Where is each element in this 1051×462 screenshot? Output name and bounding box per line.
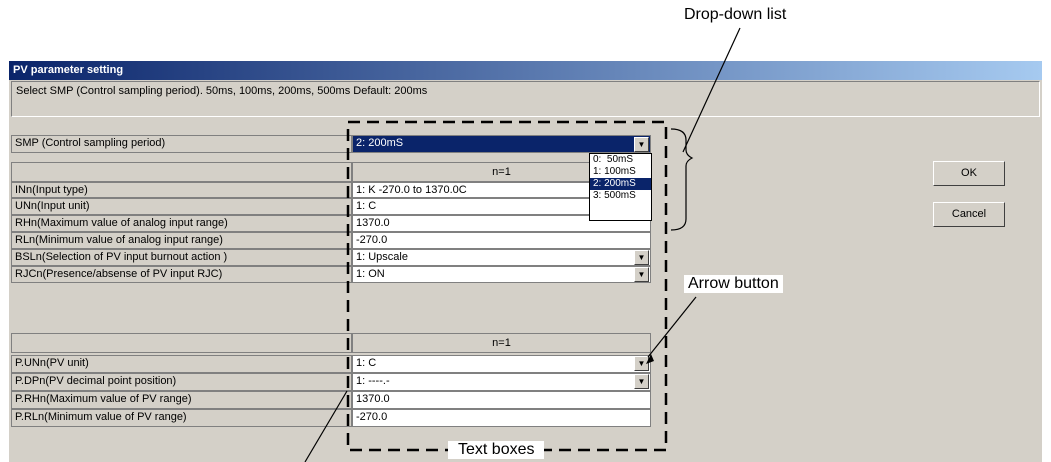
arrow-leader-head — [646, 354, 654, 364]
textbox-dashed-outline — [346, 120, 668, 452]
dropdown-callout: Drop-down list — [684, 6, 787, 23]
arrow-callout: Arrow button — [684, 275, 783, 293]
annotation-overlay — [304, 27, 741, 462]
textbox-leader-line — [304, 390, 348, 462]
dropdown-brace — [670, 128, 694, 231]
dropdown-leader-line — [682, 27, 741, 153]
textboxes-callout: Text boxes — [448, 441, 545, 459]
arrow-leader-line — [647, 296, 697, 358]
